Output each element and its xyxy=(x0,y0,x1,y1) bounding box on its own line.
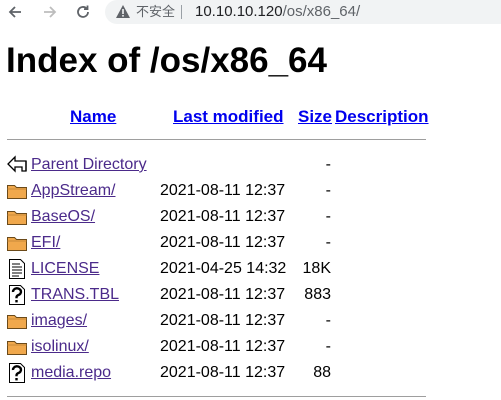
size-cell: - xyxy=(325,156,331,173)
reload-icon xyxy=(77,5,89,18)
last-modified-cell: 2021-08-11 12:37 xyxy=(160,338,286,355)
table-row: AppStream/2021-08-11 12:37 - xyxy=(0,178,501,204)
footer-divider xyxy=(7,396,426,397)
folder-icon[interactable] xyxy=(6,337,28,357)
forward-arrow-icon xyxy=(44,6,57,18)
browser-toolbar: 不安全 10.10.10.120/os/x86_64/ xyxy=(0,0,501,24)
table-row: LICENSE 2021-04-25 14:32 18K xyxy=(0,256,501,282)
url-host: 10.10.10.120 xyxy=(195,3,283,20)
forward-button[interactable] xyxy=(39,0,61,24)
size-cell: 883 xyxy=(304,286,331,303)
size-cell: - xyxy=(325,234,331,251)
last-modified-cell: 2021-08-11 12:37 xyxy=(160,364,286,381)
address-divider xyxy=(181,5,182,19)
reload-button[interactable] xyxy=(72,0,94,24)
back-button[interactable] xyxy=(4,0,26,24)
address-bar[interactable]: 不安全 10.10.10.120/os/x86_64/ xyxy=(105,0,501,24)
text-file-icon[interactable] xyxy=(6,259,28,279)
unknown-file-icon[interactable] xyxy=(6,363,28,383)
last-modified-cell: 2021-08-11 12:37 xyxy=(160,286,286,303)
back-icon[interactable] xyxy=(6,155,28,175)
file-link-parent-directory[interactable]: Parent Directory xyxy=(31,155,147,175)
table-row: isolinux/2021-08-11 12:37 - xyxy=(0,334,501,360)
folder-icon[interactable] xyxy=(6,311,28,331)
column-header-size[interactable]: Size xyxy=(298,107,332,127)
header-divider xyxy=(7,139,426,140)
warning-icon[interactable] xyxy=(115,4,131,19)
table-row: media.repo 2021-08-11 12:37 88 xyxy=(0,360,501,386)
table-row: images/2021-08-11 12:37 - xyxy=(0,308,501,334)
table-row: TRANS.TBL 2021-08-11 12:37 883 xyxy=(0,282,501,308)
table-row: Parent Directory - xyxy=(0,152,501,178)
page-title: Index of /os/x86_64 xyxy=(6,41,327,80)
size-cell: - xyxy=(325,312,331,329)
security-label[interactable]: 不安全 xyxy=(136,4,175,20)
file-link-efi[interactable]: EFI/ xyxy=(31,233,60,253)
size-cell: 88 xyxy=(313,364,331,381)
column-header-name[interactable]: Name xyxy=(70,107,116,127)
last-modified-cell: 2021-04-25 14:32 xyxy=(160,260,287,277)
file-link-media-repo[interactable]: media.repo xyxy=(31,363,111,383)
folder-icon[interactable] xyxy=(6,233,28,253)
column-header-last-modified[interactable]: Last modified xyxy=(173,107,284,127)
unknown-file-icon[interactable] xyxy=(6,285,28,305)
column-header-description[interactable]: Description xyxy=(335,107,429,127)
last-modified-cell: 2021-08-11 12:37 xyxy=(160,208,286,225)
folder-icon[interactable] xyxy=(6,207,28,227)
file-link-baseos[interactable]: BaseOS/ xyxy=(31,207,95,227)
table-row: EFI/2021-08-11 12:37 - xyxy=(0,230,501,256)
file-link-images[interactable]: images/ xyxy=(31,311,87,331)
size-cell: - xyxy=(325,338,331,355)
last-modified-cell: 2021-08-11 12:37 xyxy=(160,182,286,199)
file-link-isolinux[interactable]: isolinux/ xyxy=(31,337,89,357)
size-cell: - xyxy=(325,182,331,199)
last-modified-cell: 2021-08-11 12:37 xyxy=(160,234,286,251)
table-row: BaseOS/2021-08-11 12:37 - xyxy=(0,204,501,230)
size-cell: - xyxy=(325,208,331,225)
file-link-appstream[interactable]: AppStream/ xyxy=(31,181,115,201)
back-arrow-icon xyxy=(8,6,21,18)
file-link-trans-tbl[interactable]: TRANS.TBL xyxy=(31,285,119,305)
url-text[interactable]: 10.10.10.120/os/x86_64/ xyxy=(195,3,360,21)
last-modified-cell: 2021-08-11 12:37 xyxy=(160,312,286,329)
size-cell: 18K xyxy=(302,260,331,277)
folder-icon[interactable] xyxy=(6,181,28,201)
url-path: /os/x86_64/ xyxy=(282,3,361,20)
file-link-license[interactable]: LICENSE xyxy=(31,259,99,279)
